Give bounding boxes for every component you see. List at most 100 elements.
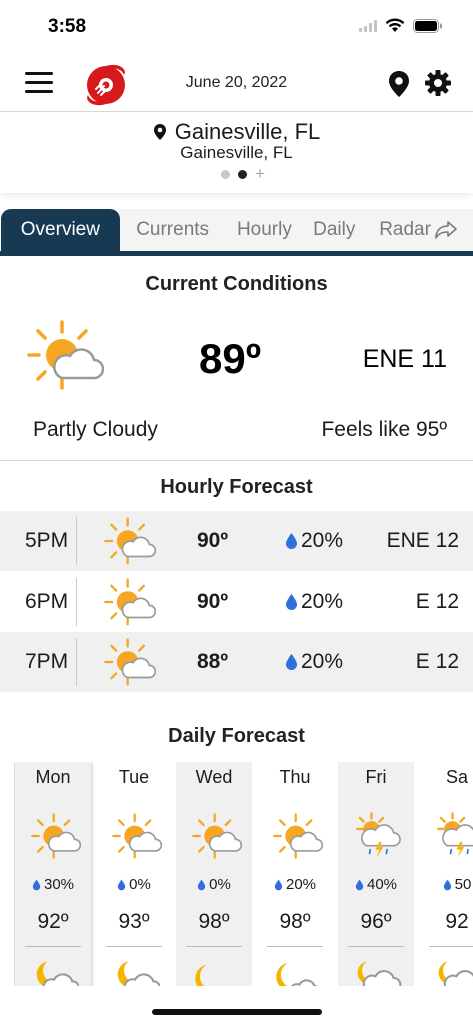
location-pin-small-icon bbox=[153, 124, 166, 140]
current-conditions-title: Current Conditions bbox=[145, 273, 328, 295]
location-subname: Gainesville, FL bbox=[180, 143, 293, 162]
thunderstorm-day-icon bbox=[437, 812, 473, 858]
day-precip-value: 40% bbox=[366, 876, 398, 893]
home-indicator[interactable] bbox=[152, 1009, 322, 1015]
day-high: 93º bbox=[118, 910, 150, 933]
share-arrow-icon bbox=[435, 221, 457, 239]
current-temperature: 89º bbox=[199, 335, 262, 382]
page-dot[interactable] bbox=[221, 169, 230, 179]
divider bbox=[186, 946, 242, 947]
hour-precip: 20% bbox=[285, 590, 343, 614]
raindrop-icon bbox=[443, 879, 451, 890]
location-name: Gainesville, FL bbox=[174, 119, 321, 144]
partly-cloudy-day-icon bbox=[31, 813, 81, 859]
day-high: 98º bbox=[279, 910, 311, 933]
tab-radar-label: Radar bbox=[379, 219, 431, 240]
day-high: 92º bbox=[37, 910, 69, 933]
partly-cloudy-day-icon bbox=[27, 320, 104, 390]
hour-precip-value: 20% bbox=[301, 529, 344, 552]
day-column-thu[interactable]: Thu 20% 98º bbox=[257, 762, 333, 986]
hourly-row[interactable]: 7PM 88º 20% E 12 bbox=[0, 632, 473, 692]
raindrop-icon bbox=[117, 879, 126, 890]
raindrop-icon bbox=[286, 654, 297, 670]
hourly-row[interactable]: 6PM 90º 20% E 12 bbox=[0, 572, 473, 632]
moon-cloud-icon bbox=[276, 963, 317, 986]
hour-wind: E 12 bbox=[415, 650, 459, 673]
raindrop-icon bbox=[286, 533, 297, 549]
day-precip-value: 20% bbox=[285, 876, 317, 893]
current-conditions[interactable]: Current Conditions 89º ENE 11 Partly Clo… bbox=[0, 256, 473, 461]
hour-time: 7PM bbox=[25, 650, 69, 673]
day-precip-value: 0% bbox=[209, 876, 231, 893]
divider bbox=[25, 946, 81, 947]
partly-cloudy-day-icon bbox=[112, 813, 162, 859]
day-name: Fri bbox=[365, 767, 387, 787]
add-location-plus-icon[interactable]: + bbox=[255, 165, 265, 182]
thunderstorm-night-icon bbox=[438, 961, 473, 986]
partly-cloudy-night-icon bbox=[117, 961, 160, 986]
page-indicator[interactable]: + bbox=[221, 165, 265, 182]
hour-precip-value: 20% bbox=[301, 590, 344, 613]
hour-temperature: 90º bbox=[197, 590, 229, 613]
tab-radar[interactable]: Radar bbox=[365, 209, 473, 251]
day-name: Wed bbox=[195, 767, 233, 787]
divider bbox=[267, 946, 323, 947]
divider bbox=[429, 946, 473, 947]
location-pin-icon[interactable] bbox=[388, 70, 410, 98]
hourly-row[interactable]: 5PM 90º 20% ENE 12 bbox=[0, 511, 473, 571]
day-precip-value: 0% bbox=[129, 876, 151, 893]
day-column-sat[interactable]: Sa 50 92 bbox=[419, 762, 473, 986]
day-precip-value: 50 bbox=[454, 876, 472, 893]
hour-time: 6PM bbox=[25, 590, 69, 613]
day-precip: 50 bbox=[419, 876, 473, 893]
app-header: June 20, 2022 bbox=[0, 54, 473, 112]
divider bbox=[76, 578, 77, 626]
settings-gear-icon[interactable] bbox=[424, 69, 452, 97]
tab-hourly[interactable]: Hourly bbox=[225, 209, 304, 251]
divider bbox=[76, 517, 77, 565]
divider bbox=[106, 946, 162, 947]
page-dot-active[interactable] bbox=[238, 169, 247, 179]
hour-precip-value: 20% bbox=[301, 650, 344, 673]
day-name: Sa bbox=[445, 767, 469, 787]
tab-daily[interactable]: Daily bbox=[303, 209, 366, 251]
partly-cloudy-day-icon bbox=[104, 517, 156, 565]
battery-icon bbox=[413, 18, 442, 33]
status-time: 3:58 bbox=[48, 16, 87, 37]
raindrop-icon bbox=[286, 594, 297, 610]
daily-forecast-strip[interactable]: Mon 30% 92º Tue 0% 93º Wed 0% 98º Thu 20… bbox=[14, 762, 473, 986]
raindrop-icon bbox=[355, 879, 364, 890]
day-high: 98º bbox=[198, 910, 230, 933]
hour-time: 5PM bbox=[25, 529, 69, 552]
partly-cloudy-day-icon bbox=[273, 813, 323, 859]
day-column-wed[interactable]: Wed 0% 98º bbox=[176, 762, 252, 986]
partly-cloudy-day-icon bbox=[192, 813, 242, 859]
day-high: 96º bbox=[360, 910, 392, 933]
divider bbox=[76, 638, 77, 686]
day-precip: 20% bbox=[257, 876, 333, 893]
hour-temperature: 90º bbox=[197, 529, 229, 552]
thunderstorm-night-icon bbox=[357, 961, 402, 986]
tab-currents[interactable]: Currents bbox=[119, 209, 226, 251]
day-precip-value: 30% bbox=[43, 876, 75, 893]
location-title[interactable]: Gainesville, FL bbox=[0, 119, 473, 145]
daily-forecast-title: Daily Forecast bbox=[168, 725, 305, 747]
day-precip: 0% bbox=[96, 876, 172, 893]
feels-like: Feels like 95º bbox=[321, 418, 447, 441]
day-precip: 30% bbox=[15, 876, 91, 893]
partly-cloudy-day-icon bbox=[104, 638, 156, 686]
status-bar: 3:58 bbox=[0, 0, 473, 54]
raindrop-icon bbox=[274, 879, 283, 890]
hour-temperature: 88º bbox=[197, 650, 229, 673]
tab-overview[interactable]: Overview bbox=[1, 209, 120, 251]
day-column-tue[interactable]: Tue 0% 93º bbox=[96, 762, 172, 986]
raindrop-icon bbox=[32, 879, 41, 890]
raindrop-icon bbox=[197, 879, 206, 890]
partly-cloudy-day-icon bbox=[104, 578, 156, 626]
wifi-icon bbox=[385, 18, 405, 32]
partly-cloudy-night-icon bbox=[36, 961, 79, 986]
hour-precip: 20% bbox=[285, 529, 343, 553]
day-column-mon[interactable]: Mon 30% 92º bbox=[15, 762, 91, 986]
divider bbox=[348, 946, 404, 947]
day-column-fri[interactable]: Fri 40% 96º bbox=[338, 762, 414, 986]
